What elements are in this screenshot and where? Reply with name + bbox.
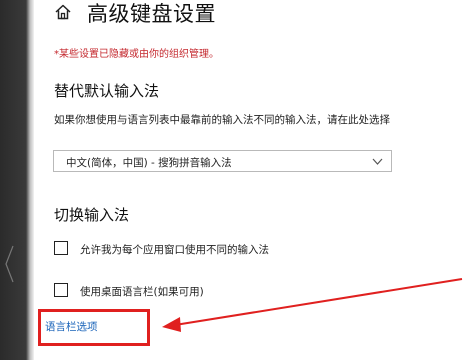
override-input-method-heading: 替代默认输入法: [54, 82, 160, 100]
language-bar-options-link[interactable]: 语言栏选项: [45, 319, 98, 334]
per-app-input-method-checkbox[interactable]: [54, 241, 68, 255]
desktop-language-bar-checkbox[interactable]: [54, 283, 68, 297]
settings-page: 高级键盘设置 *某些设置已隐藏或由你的组织管理。 替代默认输入法 如果你想使用与…: [34, 0, 465, 360]
managed-settings-notice: *某些设置已隐藏或由你的组织管理。: [54, 49, 219, 60]
default-input-method-dropdown[interactable]: 中文(简体，中国) - 搜狗拼音输入法: [53, 150, 392, 172]
checkbox-label: 使用桌面语言栏(如果可用): [80, 286, 204, 298]
chevron-left-icon: [5, 245, 14, 283]
switch-input-method-heading: 切换输入法: [54, 206, 130, 224]
override-input-method-description: 如果你想使用与语言列表中最靠前的输入法不同的输入法，请在此处选择: [54, 114, 390, 126]
background-window-edge: [0, 0, 34, 360]
checkbox-label: 允许我为每个应用窗口使用不同的输入法: [80, 244, 269, 256]
home-icon[interactable]: [54, 3, 72, 21]
chevron-down-icon: [372, 158, 383, 165]
dropdown-selected-value: 中文(简体，中国) - 搜狗拼音输入法: [66, 157, 232, 169]
page-title: 高级键盘设置: [87, 2, 216, 26]
